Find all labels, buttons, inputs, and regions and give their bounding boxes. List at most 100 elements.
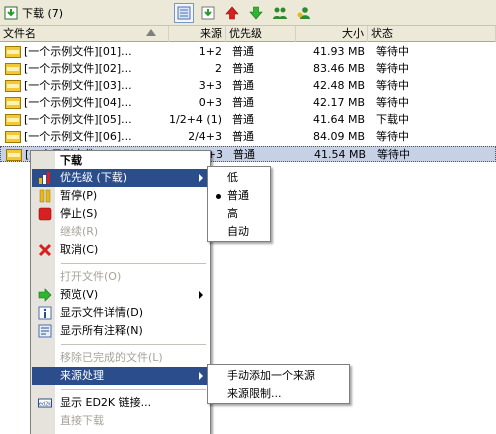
file-sources: 2 bbox=[215, 62, 222, 75]
file-size: 41.54 MB bbox=[313, 148, 366, 161]
file-row[interactable]: [一个示例文件][04]... 0+3 普通 42.17 MB 等待中 bbox=[0, 95, 496, 111]
priority-high-label: 高 bbox=[227, 207, 238, 220]
priority-normal[interactable]: 普通 bbox=[209, 187, 269, 205]
menu-item-preview[interactable]: 预览(V) bbox=[32, 286, 209, 304]
priority-auto-label: 自动 bbox=[227, 225, 249, 238]
file-queued-icon bbox=[5, 131, 21, 143]
priority-down-icon bbox=[249, 6, 263, 20]
col-priority[interactable]: 优先级 bbox=[226, 26, 296, 42]
file-sources: 0+3 bbox=[198, 96, 222, 109]
menu-item-stop-label: 停止(S) bbox=[60, 207, 98, 220]
priority-auto[interactable]: 自动 bbox=[209, 223, 269, 241]
menu-item-resume[interactable]: 继续(R) bbox=[32, 223, 209, 241]
pause-icon bbox=[39, 189, 51, 203]
source-limit-label: 来源限制... bbox=[227, 387, 282, 400]
source-add-manual-label: 手动添加一个来源 bbox=[227, 369, 315, 382]
file-size: 84.09 MB bbox=[312, 130, 365, 143]
svg-text:ed2k: ed2k bbox=[39, 402, 51, 408]
menu-item-clear-completed[interactable]: 移除已完成的文件(L) bbox=[32, 349, 209, 367]
users-icon bbox=[273, 7, 287, 19]
submenu-arrow-icon bbox=[199, 372, 203, 380]
download-title: 下载 (7) bbox=[4, 5, 63, 21]
col-size[interactable]: 大小 bbox=[296, 26, 368, 42]
col-sources-label: 来源 bbox=[200, 27, 222, 40]
cancel-x-icon bbox=[38, 243, 52, 257]
stop-icon bbox=[38, 207, 52, 221]
priority-high[interactable]: 高 bbox=[209, 205, 269, 223]
priority-up-icon bbox=[225, 6, 239, 20]
download-list-icon bbox=[4, 6, 18, 20]
menu-item-preview-label: 预览(V) bbox=[60, 288, 99, 301]
file-name: [一个示例文件][03]... bbox=[24, 79, 132, 92]
menu-item-source-handling[interactable]: 来源处理 bbox=[32, 367, 209, 385]
priority-down-button[interactable] bbox=[246, 3, 266, 23]
user-icon bbox=[297, 7, 310, 19]
sources-button[interactable] bbox=[270, 3, 290, 23]
file-row[interactable]: [一个示例文件][06]... 2/4+3 普通 84.09 MB 等待中 bbox=[0, 129, 496, 145]
source-limit[interactable]: 来源限制... bbox=[209, 385, 348, 403]
file-status: 等待中 bbox=[377, 148, 410, 161]
selected-bullet-icon bbox=[216, 194, 221, 199]
file-queued-icon bbox=[5, 97, 21, 109]
menu-item-clear-completed-label: 移除已完成的文件(L) bbox=[60, 351, 163, 364]
file-priority: 普通 bbox=[232, 62, 254, 75]
menu-item-pause-label: 暂停(P) bbox=[60, 189, 98, 202]
file-queued-icon bbox=[5, 114, 21, 126]
user-button[interactable] bbox=[294, 3, 314, 23]
menu-header-label: 下载 bbox=[60, 154, 82, 167]
menu-item-priority-label: 优先级 (下载) bbox=[60, 171, 128, 184]
file-sources: 3+3 bbox=[198, 79, 222, 92]
col-status[interactable]: 状态 bbox=[368, 26, 496, 42]
menu-item-show-ed2k[interactable]: ed2k 显示 ED2K 链接... bbox=[32, 394, 209, 412]
priority-low[interactable]: 低 bbox=[209, 169, 269, 187]
menu-item-direct-download[interactable]: 直接下载 bbox=[32, 412, 209, 430]
file-queued-icon bbox=[5, 46, 21, 58]
source-submenu: 手动添加一个来源 来源限制... bbox=[207, 364, 350, 404]
menu-item-show-details[interactable]: 显示文件详情(D) bbox=[32, 304, 209, 322]
priority-up-button[interactable] bbox=[222, 3, 242, 23]
menu-item-cancel-label: 取消(C) bbox=[60, 243, 99, 256]
file-size: 42.48 MB bbox=[312, 79, 365, 92]
col-sources[interactable]: 来源 bbox=[146, 26, 226, 42]
file-row[interactable]: [一个示例文件][02]... 2 普通 83.46 MB 等待中 bbox=[0, 61, 496, 77]
menu-item-show-details-label: 显示文件详情(D) bbox=[60, 306, 144, 319]
menu-item-cancel[interactable]: 取消(C) bbox=[32, 241, 209, 259]
menu-header: 下载 bbox=[32, 152, 209, 170]
file-sources: 2/4+3 bbox=[188, 130, 222, 143]
list-view-button[interactable] bbox=[174, 3, 194, 23]
menu-item-pause[interactable]: 暂停(P) bbox=[32, 187, 209, 205]
file-queued-icon bbox=[5, 63, 21, 75]
ed2k-link-icon: ed2k bbox=[38, 398, 52, 408]
menu-item-open-file[interactable]: 打开文件(O) bbox=[32, 268, 209, 286]
file-queued-icon bbox=[5, 80, 21, 92]
menu-item-resume-label: 继续(R) bbox=[60, 225, 99, 238]
menu-item-show-comments-label: 显示所有注释(N) bbox=[60, 324, 143, 337]
file-status: 下载中 bbox=[376, 113, 409, 126]
download-toggle-button[interactable] bbox=[198, 3, 218, 23]
file-status: 等待中 bbox=[376, 62, 409, 75]
source-add-manual[interactable]: 手动添加一个来源 bbox=[209, 367, 348, 385]
file-status: 等待中 bbox=[376, 96, 409, 109]
file-status: 等待中 bbox=[376, 130, 409, 143]
file-status: 等待中 bbox=[376, 45, 409, 58]
file-row[interactable]: [一个示例文件][01]... 1+2 普通 41.93 MB 等待中 bbox=[0, 44, 496, 60]
context-menu: 下载 优先级 (下载) 暂停(P) 停止(S) 继续(R) 取消(C) 打开文件… bbox=[30, 150, 211, 434]
file-row[interactable]: [一个示例文件][05]... 1/2+4 (1) 普通 41.64 MB 下载中 bbox=[0, 112, 496, 128]
menu-separator bbox=[61, 344, 206, 345]
list-header: 文件名 来源 优先级 大小 状态 bbox=[0, 26, 496, 42]
menu-item-stop[interactable]: 停止(S) bbox=[32, 205, 209, 223]
sort-arrow-icon bbox=[146, 29, 156, 36]
menu-item-priority[interactable]: 优先级 (下载) bbox=[32, 169, 209, 187]
download-title-text: 下载 (7) bbox=[22, 7, 64, 20]
file-row[interactable]: [一个示例文件][03]... 3+3 普通 42.48 MB 等待中 bbox=[0, 78, 496, 94]
col-filename[interactable]: 文件名 bbox=[0, 26, 169, 42]
menu-item-show-comments[interactable]: 显示所有注释(N) bbox=[32, 322, 209, 340]
menu-separator bbox=[61, 389, 206, 390]
menu-item-source-handling-label: 来源处理 bbox=[60, 369, 104, 382]
file-size: 41.93 MB bbox=[312, 45, 365, 58]
file-name: [一个示例文件][04]... bbox=[24, 96, 132, 109]
download-toolbar: 下载 (7) bbox=[0, 0, 496, 26]
download-view-icon bbox=[177, 6, 191, 20]
file-priority: 普通 bbox=[232, 113, 254, 126]
file-name: [一个示例文件][06]... bbox=[24, 130, 132, 143]
